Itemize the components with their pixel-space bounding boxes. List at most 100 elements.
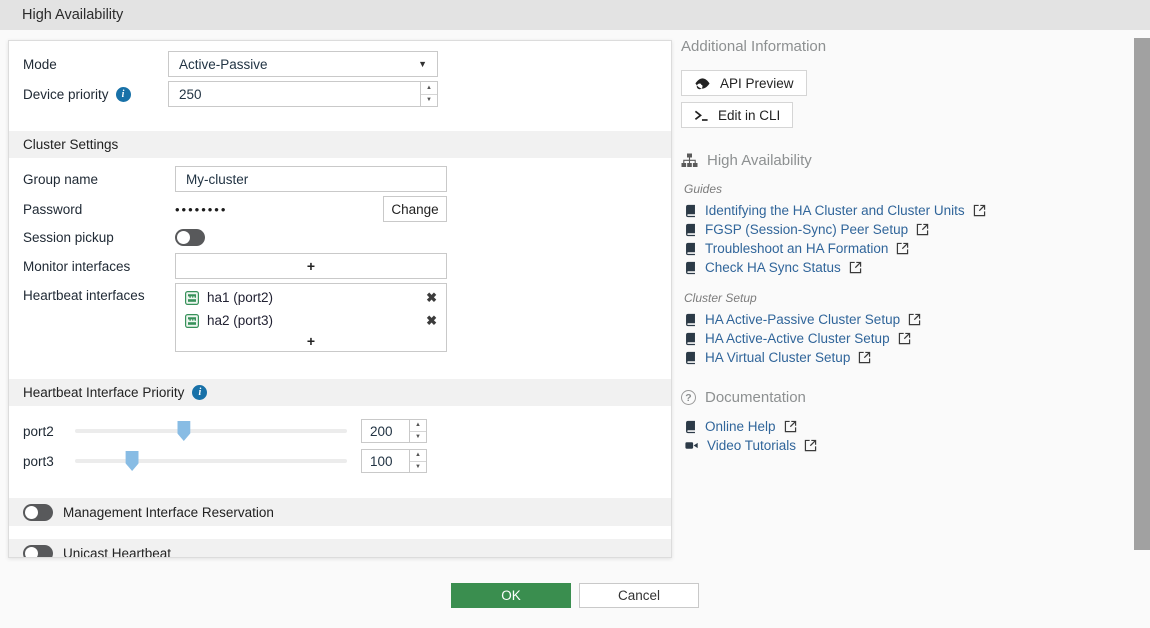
mode-row: Mode Active-Passive ▼: [9, 51, 671, 77]
chevron-down-icon: ▼: [418, 59, 427, 69]
cluster-setup-link-row: HA Virtual Cluster Setup: [684, 350, 1111, 365]
eye-icon: [694, 75, 711, 92]
book-icon: [684, 242, 697, 256]
priority-value-stepper[interactable]: ▲▼: [409, 420, 426, 442]
ok-button[interactable]: OK: [451, 583, 571, 608]
mode-label: Mode: [23, 57, 168, 72]
priority-value-stepper[interactable]: ▲▼: [409, 450, 426, 472]
cancel-button[interactable]: Cancel: [579, 583, 699, 608]
api-preview-label: API Preview: [720, 76, 794, 91]
book-icon: [684, 223, 697, 237]
sidebar-title: Additional Information: [681, 38, 1111, 55]
group-name-input[interactable]: My-cluster: [175, 166, 447, 192]
guide-link[interactable]: FGSP (Session-Sync) Peer Setup: [705, 222, 908, 237]
external-link-icon: [849, 261, 862, 274]
mode-selected-value: Active-Passive: [179, 57, 268, 72]
password-row: Password •••••••• Change: [9, 196, 671, 222]
cluster-settings-header: Cluster Settings: [9, 131, 671, 158]
doc-link[interactable]: Online Help: [705, 419, 776, 434]
info-icon[interactable]: i: [192, 385, 207, 400]
guide-link-row: Identifying the HA Cluster and Cluster U…: [684, 203, 1111, 218]
external-link-icon: [973, 204, 986, 217]
documentation-section-header: ? Documentation: [681, 389, 1111, 406]
slider-thumb[interactable]: [126, 451, 139, 471]
vertical-scrollbar-thumb[interactable]: [1134, 38, 1150, 550]
remove-icon[interactable]: ✖: [426, 313, 437, 329]
heartbeat-interfaces-add-button[interactable]: +: [176, 332, 446, 350]
guide-link[interactable]: Check HA Sync Status: [705, 260, 841, 275]
priority-slider-row: port2 200 ▲▼: [9, 418, 671, 444]
monitor-interfaces-add-button[interactable]: +: [175, 253, 447, 279]
cluster-setup-link[interactable]: HA Virtual Cluster Setup: [705, 350, 850, 365]
api-preview-button[interactable]: API Preview: [681, 70, 807, 96]
guide-link[interactable]: Troubleshoot an HA Formation: [705, 241, 888, 256]
heartbeat-interface-name: ha2 (port3): [207, 313, 273, 328]
book-icon: [684, 313, 697, 327]
priority-value: 100: [362, 454, 409, 469]
group-name-value: My-cluster: [186, 172, 248, 187]
priority-value: 200: [362, 424, 409, 439]
device-priority-label-text: Device priority: [23, 87, 109, 102]
external-link-icon: [784, 420, 797, 433]
slider-thumb[interactable]: [177, 421, 190, 441]
port-label: port3: [23, 454, 75, 469]
heartbeat-priority-title: Heartbeat Interface Priority: [23, 385, 184, 400]
guide-link-row: Check HA Sync Status: [684, 260, 1111, 275]
info-icon[interactable]: i: [116, 87, 131, 102]
remove-icon[interactable]: ✖: [426, 290, 437, 306]
unicast-heartbeat-bar: Unicast Heartbeat: [9, 539, 671, 558]
ha-settings-panel: Mode Active-Passive ▼ Device priority i …: [8, 40, 672, 558]
video-icon: [684, 439, 699, 452]
session-pickup-toggle[interactable]: [175, 229, 205, 246]
change-password-button[interactable]: Change: [383, 196, 447, 222]
page-title: High Availability: [22, 7, 123, 23]
edit-in-cli-button[interactable]: Edit in CLI: [681, 102, 793, 128]
book-icon: [684, 351, 697, 365]
priority-value-input[interactable]: 200 ▲▼: [361, 419, 427, 443]
unicast-heartbeat-toggle[interactable]: [23, 545, 53, 559]
device-priority-stepper[interactable]: ▲▼: [420, 82, 437, 106]
doc-link[interactable]: Video Tutorials: [707, 438, 796, 453]
documentation-section-title: Documentation: [705, 389, 806, 406]
page-title-bar: High Availability: [0, 0, 1150, 30]
external-link-icon: [804, 439, 817, 452]
priority-slider[interactable]: [75, 429, 347, 433]
device-priority-input[interactable]: 250 ▲▼: [168, 81, 438, 107]
guide-link[interactable]: Identifying the HA Cluster and Cluster U…: [705, 203, 965, 218]
sitemap-icon: [681, 153, 698, 168]
cluster-setup-link-row: HA Active-Passive Cluster Setup: [684, 312, 1111, 327]
unicast-heartbeat-label: Unicast Heartbeat: [63, 546, 171, 559]
guide-link-row: Troubleshoot an HA Formation: [684, 241, 1111, 256]
mgmt-interface-reservation-toggle[interactable]: [23, 504, 53, 521]
cluster-setup-link[interactable]: HA Active-Active Cluster Setup: [705, 331, 890, 346]
doc-link-row: Video Tutorials: [684, 438, 1111, 453]
doc-link-row: Online Help: [684, 419, 1111, 434]
guide-link-row: FGSP (Session-Sync) Peer Setup: [684, 222, 1111, 237]
priority-value-input[interactable]: 100 ▲▼: [361, 449, 427, 473]
heartbeat-priority-header: Heartbeat Interface Priority i: [9, 379, 671, 406]
heartbeat-interface-name: ha1 (port2): [207, 290, 273, 305]
group-name-label: Group name: [23, 172, 175, 187]
device-priority-row: Device priority i 250 ▲▼: [9, 81, 671, 107]
heartbeat-interface-item: ha1 (port2) ✖: [176, 286, 446, 309]
session-pickup-label: Session pickup: [23, 230, 175, 245]
priority-slider[interactable]: [75, 459, 347, 463]
external-link-icon: [898, 332, 911, 345]
priority-slider-row: port3 100 ▲▼: [9, 448, 671, 474]
cluster-settings-title: Cluster Settings: [23, 137, 118, 152]
cluster-setup-link[interactable]: HA Active-Passive Cluster Setup: [705, 312, 900, 327]
monitor-interfaces-label: Monitor interfaces: [23, 259, 175, 274]
book-icon: [684, 332, 697, 346]
external-link-icon: [858, 351, 871, 364]
password-masked-value: ••••••••: [175, 202, 227, 217]
mode-select[interactable]: Active-Passive ▼: [168, 51, 438, 77]
guides-subhead: Guides: [684, 182, 1111, 196]
heartbeat-interfaces-label: Heartbeat interfaces: [23, 288, 175, 303]
mgmt-interface-reservation-bar: Management Interface Reservation: [9, 498, 671, 526]
additional-information-sidebar: Additional Information API Preview Edit …: [681, 38, 1111, 457]
question-circle-icon: ?: [681, 390, 696, 405]
external-link-icon: [896, 242, 909, 255]
heartbeat-interface-item: ha2 (port3) ✖: [176, 309, 446, 332]
cluster-setup-subhead: Cluster Setup: [684, 291, 1111, 305]
external-link-icon: [916, 223, 929, 236]
